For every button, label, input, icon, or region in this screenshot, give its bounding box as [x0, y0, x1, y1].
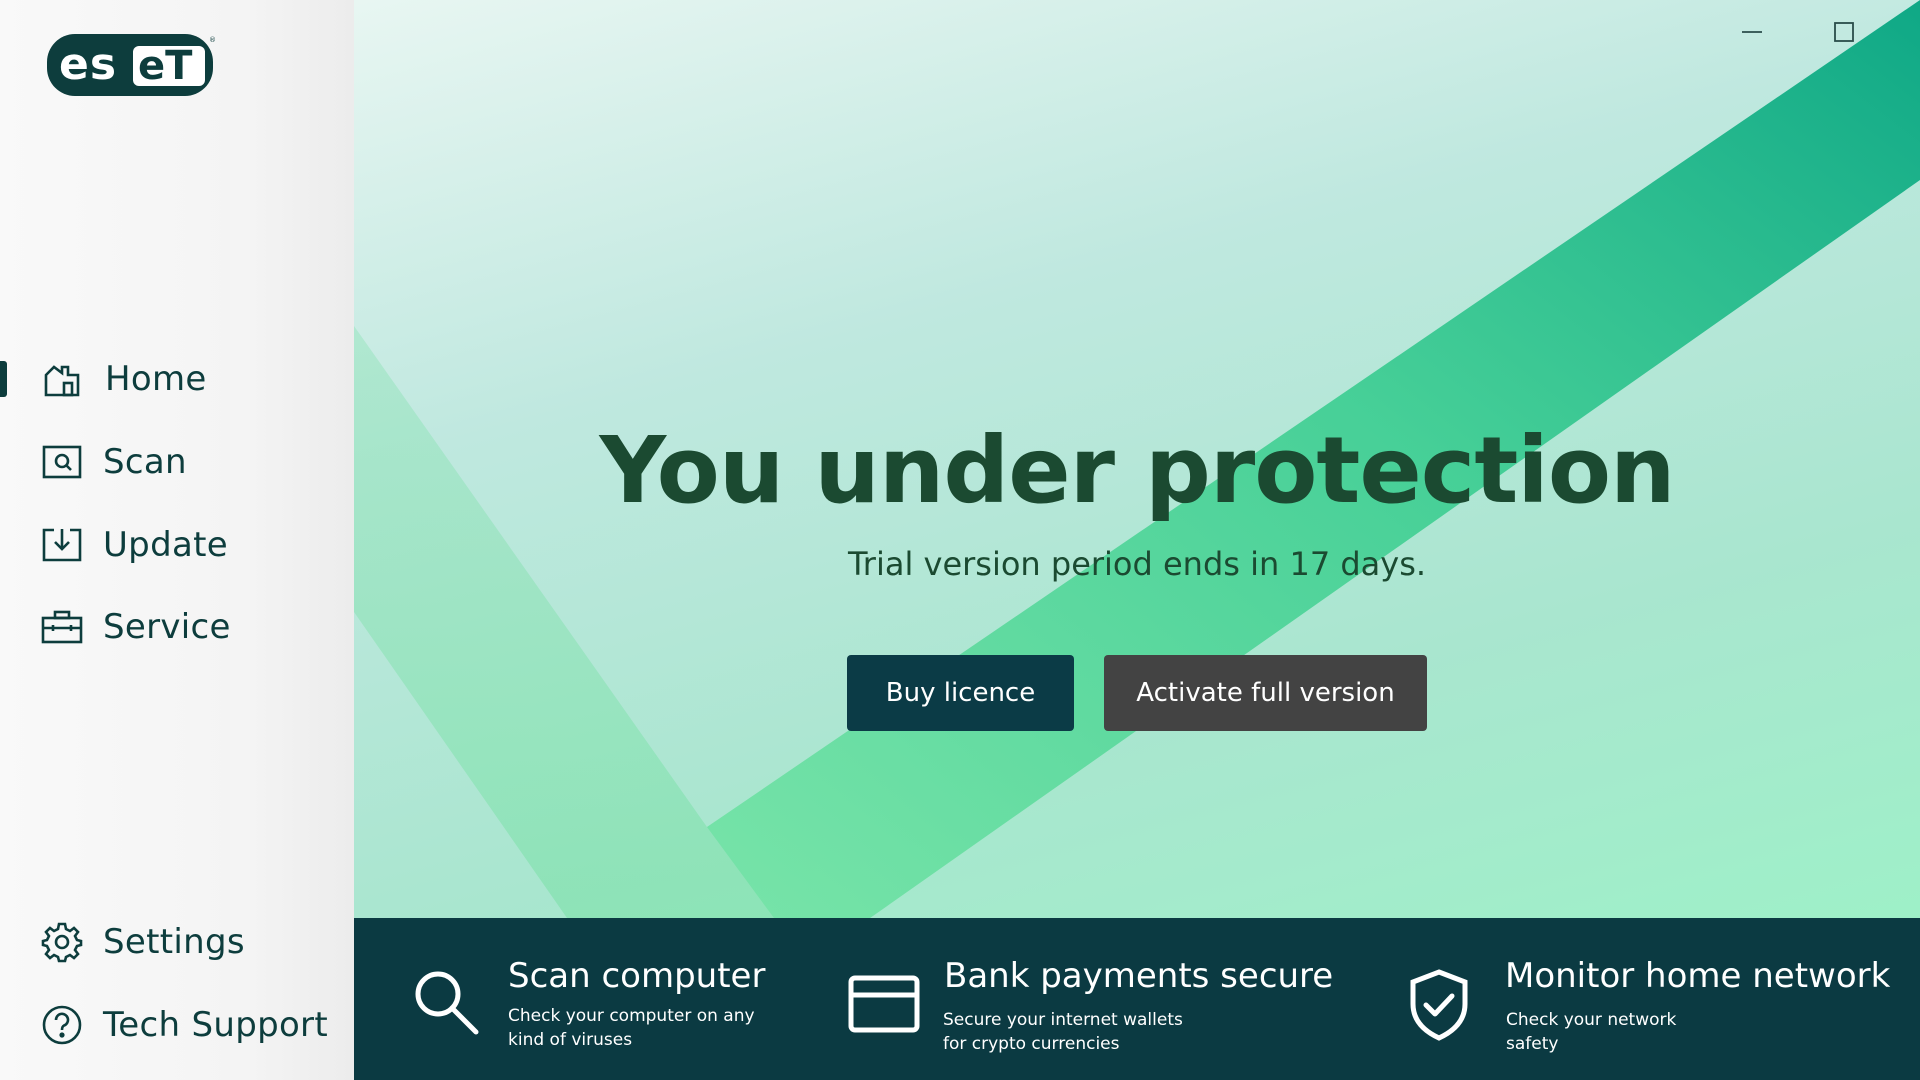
minimize-icon — [1742, 31, 1762, 33]
update-icon — [40, 523, 84, 567]
feature-monitor-network[interactable]: Monitor home network Check your network … — [1404, 918, 1920, 1080]
help-icon — [40, 1003, 84, 1047]
sidebar-item-label: Update — [103, 525, 228, 565]
sidebar-item-label: Tech Support — [103, 1005, 328, 1045]
main-hero: You under protection Trial version perio… — [354, 0, 1920, 918]
sidebar-item-label: Settings — [103, 922, 245, 962]
feature-desc-line1: Check your network — [1506, 1010, 1677, 1030]
svg-text:®: ® — [209, 36, 216, 44]
feature-scan-computer[interactable]: Scan computer Check your computer on any… — [354, 918, 774, 1080]
feature-bank-payments[interactable]: Bank payments secure Secure your interne… — [844, 918, 1333, 1080]
feature-desc-line2: safety — [1506, 1034, 1559, 1054]
feature-desc-line1: Check your computer on any — [508, 1006, 755, 1026]
activate-full-version-button[interactable]: Activate full version — [1104, 655, 1427, 731]
buy-licence-button[interactable]: Buy licence — [847, 655, 1074, 731]
sidebar-item-tech-support[interactable]: Tech Support — [0, 995, 354, 1055]
feature-desc-line2: kind of viruses — [508, 1030, 633, 1050]
maximize-button[interactable] — [1824, 14, 1864, 50]
minimize-button[interactable] — [1732, 14, 1772, 50]
sidebar-item-scan[interactable]: Scan — [0, 432, 354, 492]
active-indicator — [0, 361, 7, 397]
feature-title: Bank payments secure — [944, 956, 1334, 996]
feature-title: Scan computer — [508, 956, 766, 996]
gear-icon — [40, 920, 84, 964]
maximize-icon — [1834, 22, 1854, 42]
scan-icon — [40, 440, 84, 484]
sidebar-item-settings[interactable]: Settings — [0, 912, 354, 972]
svg-text:es: es — [59, 39, 117, 90]
close-button[interactable] — [1916, 14, 1920, 50]
sidebar-item-label: Home — [105, 359, 207, 399]
svg-text:eT: eT — [138, 43, 193, 89]
page-title: You under protection — [599, 417, 1675, 524]
feature-bar: Scan computer Check your computer on any… — [354, 918, 1920, 1080]
feature-desc-line2: for crypto currencies — [943, 1034, 1120, 1054]
feature-title: Monitor home network — [1505, 956, 1891, 996]
sidebar-item-service[interactable]: Service — [0, 597, 354, 657]
sidebar-item-label: Service — [103, 607, 231, 647]
service-icon — [40, 605, 84, 649]
sidebar: es eT ® Home Scan Update Service Setting… — [0, 0, 354, 1080]
credit-card-icon — [848, 975, 920, 1037]
sidebar-item-label: Scan — [103, 442, 187, 482]
search-icon — [414, 970, 480, 1040]
eset-logo: es eT ® — [47, 34, 216, 96]
home-icon — [40, 357, 84, 401]
feature-desc-line1: Secure your internet wallets — [943, 1010, 1183, 1030]
sidebar-item-update[interactable]: Update — [0, 515, 354, 575]
trial-status-text: Trial version period ends in 17 days. — [847, 545, 1427, 583]
sidebar-item-home[interactable]: Home — [0, 349, 354, 409]
shield-check-icon — [1408, 968, 1470, 1046]
